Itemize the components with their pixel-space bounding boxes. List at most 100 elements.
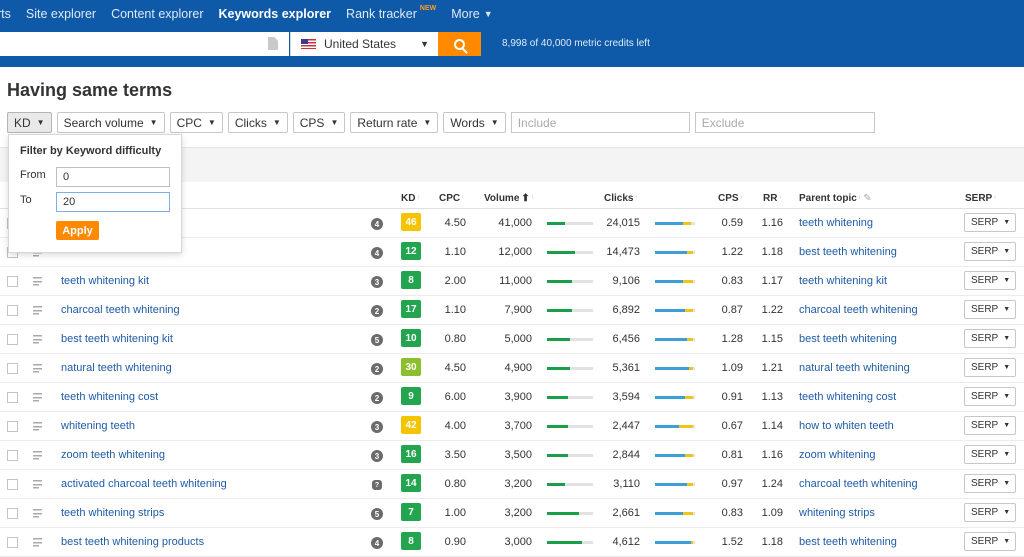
parent-topic-link[interactable]: natural teeth whitening	[799, 362, 910, 374]
filter-return-rate-button[interactable]: Return rate ▼	[350, 112, 439, 133]
row-checkbox[interactable]	[7, 450, 18, 461]
nav-item-rank-tracker[interactable]: Rank tracker NEW	[346, 5, 436, 21]
column-header-kd[interactable]: KD ⁱ	[401, 193, 419, 204]
row-checkbox[interactable]	[7, 508, 18, 519]
caret-down-icon: ▼	[1003, 248, 1011, 255]
volume-bar	[547, 454, 593, 457]
serp-button[interactable]: SERP ▼	[964, 445, 1016, 464]
column-header-serp[interactable]: SERP ⁱ	[965, 193, 996, 204]
table-row: activated charcoal teeth whitening? 14 0.8…	[0, 470, 1024, 499]
serp-button[interactable]: SERP ▼	[964, 416, 1016, 435]
column-header-volume[interactable]: Volume ⬆ ⁱ	[484, 193, 533, 204]
add-to-list-icon[interactable]	[33, 277, 43, 286]
include-input[interactable]: Include	[510, 112, 690, 133]
parent-topic-link[interactable]: charcoal teeth whitening	[799, 304, 918, 316]
us-flag-icon	[301, 39, 316, 49]
nav-item-more[interactable]: More ▼	[451, 7, 492, 21]
add-to-list-icon[interactable]	[33, 306, 43, 315]
serp-button[interactable]: SERP ▼	[964, 242, 1016, 261]
parent-topic-link[interactable]: teeth whitening cost	[799, 391, 896, 403]
kd-from-input[interactable]: 0	[56, 167, 170, 187]
filter-search-volume-button[interactable]: Search volume ▼	[56, 112, 165, 133]
apply-button[interactable]: Apply	[56, 221, 99, 240]
caret-down-icon: ▼	[272, 118, 281, 127]
serp-button[interactable]: SERP ▼	[964, 474, 1016, 493]
parent-topic-link[interactable]: teeth whitening	[799, 217, 873, 229]
keyword-link[interactable]: best teeth whitening products	[61, 536, 204, 548]
search-button[interactable]	[438, 32, 481, 56]
add-to-list-icon[interactable]	[33, 422, 43, 431]
parent-topic-link[interactable]: charcoal teeth whitening	[799, 478, 918, 490]
cpc-value: 0.90	[444, 536, 466, 548]
serp-button[interactable]: SERP ▼	[964, 532, 1016, 551]
parent-topic-link[interactable]: how to whiten teeth	[799, 420, 894, 432]
row-checkbox[interactable]	[7, 479, 18, 490]
word-count-badge: 4	[371, 537, 383, 549]
keyword-link[interactable]: activated charcoal teeth whitening	[61, 478, 227, 490]
add-to-list-icon[interactable]	[33, 480, 43, 489]
filter-kd-button[interactable]: KD ▼	[7, 112, 52, 133]
parent-topic-link[interactable]: zoom whitening	[799, 449, 875, 461]
country-select[interactable]: United States ▼	[290, 32, 438, 56]
serp-button[interactable]: SERP ▼	[964, 329, 1016, 348]
nav-item-site-explorer[interactable]: Site explorer	[26, 7, 96, 21]
filter-cps-button[interactable]: CPS ▼	[292, 112, 346, 133]
keyword-link[interactable]: charcoal teeth whitening	[61, 304, 180, 316]
serp-button[interactable]: SERP ▼	[964, 503, 1016, 522]
nav-item-alerts[interactable]: rts	[0, 7, 11, 21]
table-row: teeth whitening strips 5 7 1.00 3,200 2,661 0.…	[0, 499, 1024, 528]
column-header-clicks[interactable]: Clicks ⁱ	[604, 193, 637, 204]
serp-button[interactable]: SERP ▼	[964, 213, 1016, 232]
keyword-link[interactable]: best teeth whitening kit	[61, 333, 173, 345]
word-count-badge: 3	[371, 450, 383, 462]
add-to-list-icon[interactable]	[33, 538, 43, 547]
row-checkbox[interactable]	[7, 537, 18, 548]
parent-topic-link[interactable]: best teeth whitening	[799, 536, 897, 548]
row-checkbox[interactable]	[7, 334, 18, 345]
rr-value: 1.18	[761, 536, 783, 548]
row-checkbox[interactable]	[7, 392, 18, 403]
row-checkbox[interactable]	[7, 276, 18, 287]
keyword-link[interactable]: zoom teeth whitening	[61, 449, 165, 461]
row-checkbox[interactable]	[7, 421, 18, 432]
keyword-link[interactable]: teeth whitening strips	[61, 507, 164, 519]
column-header-cpc[interactable]: CPC ⁱ	[439, 193, 464, 204]
parent-topic-link[interactable]: whitening strips	[799, 507, 875, 519]
add-to-list-icon[interactable]	[33, 393, 43, 402]
nav-item-keywords-explorer[interactable]: Keywords explorer	[219, 7, 332, 21]
filter-clicks-button[interactable]: Clicks ▼	[227, 112, 288, 133]
keyword-link[interactable]: natural teeth whitening	[61, 362, 172, 374]
nav-item-content-explorer[interactable]: Content explorer	[111, 7, 203, 21]
volume-bar	[547, 309, 593, 312]
row-checkbox[interactable]	[7, 363, 18, 374]
parent-topic-link[interactable]: best teeth whitening	[799, 246, 897, 258]
column-header-rr[interactable]: RR ⁱ	[763, 193, 781, 204]
cps-value: 0.91	[721, 391, 743, 403]
serp-button[interactable]: SERP ▼	[964, 271, 1016, 290]
cps-value: 0.87	[721, 304, 743, 316]
serp-button[interactable]: SERP ▼	[964, 300, 1016, 319]
cps-value: 1.22	[721, 246, 743, 258]
filter-cpc-button[interactable]: CPC ▼	[169, 112, 223, 133]
add-to-list-icon[interactable]	[33, 335, 43, 344]
exclude-input[interactable]: Exclude	[694, 112, 875, 133]
column-header-cps[interactable]: CPS ⁱ	[718, 193, 742, 204]
serp-button[interactable]: SERP ▼	[964, 358, 1016, 377]
add-to-list-icon[interactable]	[33, 364, 43, 373]
filter-words-button[interactable]: Words ▼	[443, 112, 506, 133]
volume-value: 7,900	[504, 304, 532, 316]
keyword-search-input[interactable]	[0, 32, 289, 56]
cpc-value: 4.50	[444, 362, 466, 374]
add-to-list-icon[interactable]	[33, 509, 43, 518]
add-to-list-icon[interactable]	[33, 451, 43, 460]
keyword-link[interactable]: whitening teeth	[61, 420, 135, 432]
parent-topic-link[interactable]: best teeth whitening	[799, 333, 897, 345]
keyword-link[interactable]: teeth whitening cost	[61, 391, 158, 403]
row-checkbox[interactable]	[7, 305, 18, 316]
volume-bar	[547, 483, 593, 486]
parent-topic-link[interactable]: teeth whitening kit	[799, 275, 887, 287]
kd-to-input[interactable]: 20	[56, 192, 170, 212]
keyword-link[interactable]: teeth whitening kit	[61, 275, 149, 287]
column-header-parent-topic[interactable]: Parent topic ⁱ ✎	[799, 193, 872, 204]
serp-button[interactable]: SERP ▼	[964, 387, 1016, 406]
